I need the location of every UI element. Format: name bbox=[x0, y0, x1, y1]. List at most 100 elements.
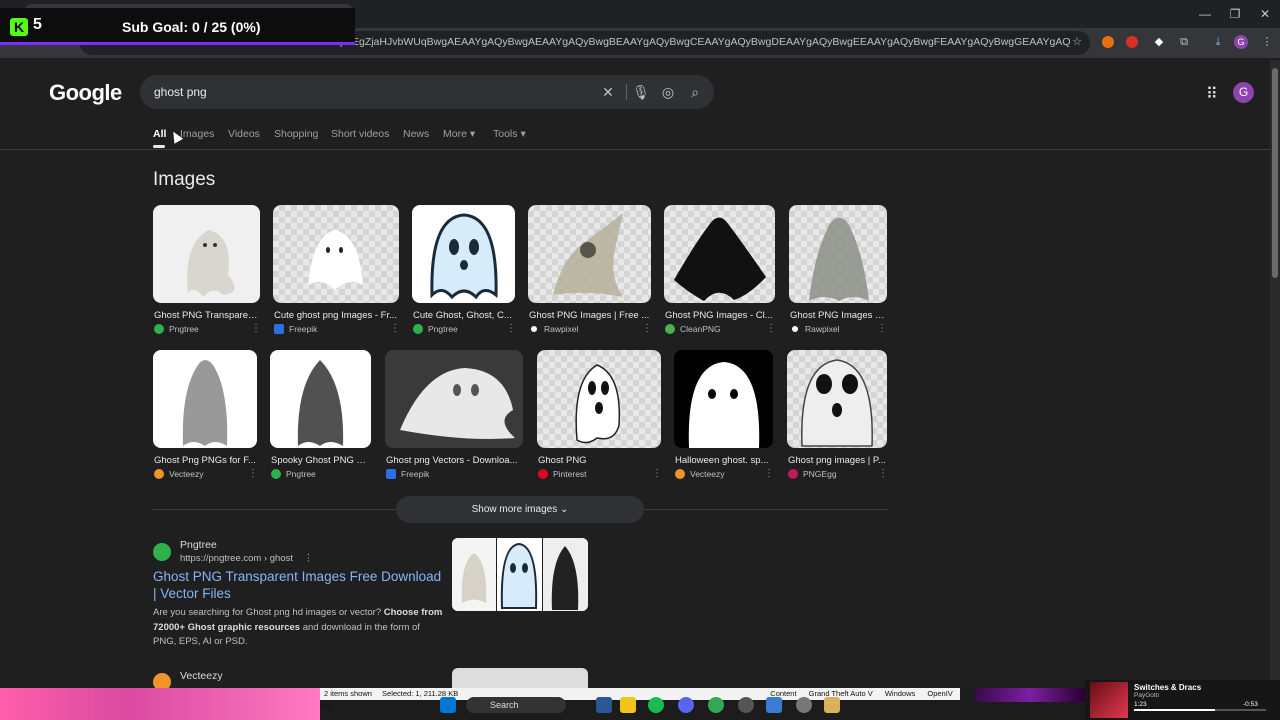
bookmark-star-icon[interactable]: ☆ bbox=[1068, 33, 1086, 51]
ghost-thumbnail[interactable] bbox=[674, 350, 773, 448]
ghost-thumbnail[interactable] bbox=[787, 350, 887, 448]
image-title[interactable]: Ghost PNG Transparen... bbox=[154, 310, 259, 321]
spotify-icon[interactable] bbox=[648, 697, 664, 713]
tab-images[interactable]: Images bbox=[180, 128, 214, 140]
ghost-thumbnail[interactable] bbox=[528, 205, 651, 303]
close-icon[interactable]: ✕ bbox=[1250, 4, 1280, 24]
image-source[interactable]: Rawpixel bbox=[805, 324, 840, 334]
extension-icon[interactable] bbox=[1102, 36, 1114, 48]
account-avatar[interactable]: G bbox=[1233, 82, 1254, 103]
image-title[interactable]: Ghost PNG Images | Free ... bbox=[529, 310, 650, 321]
more-icon[interactable]: ⋮ bbox=[652, 468, 662, 479]
puzzle-icon[interactable]: ⧉ bbox=[1175, 33, 1193, 51]
image-source[interactable]: PNGEgg bbox=[803, 469, 837, 479]
search-icon[interactable]: ⌕ bbox=[686, 84, 704, 100]
google-logo[interactable]: Google bbox=[49, 80, 122, 106]
image-title[interactable]: Ghost PNG Images | ... bbox=[790, 310, 886, 321]
tab-more[interactable]: More ▾ bbox=[443, 128, 475, 140]
more-icon[interactable]: ⋮ bbox=[766, 323, 776, 334]
image-title[interactable]: Ghost png images | P... bbox=[788, 455, 886, 466]
more-icon[interactable]: ⋮ bbox=[251, 323, 261, 334]
url-text[interactable]: p=EgZjaHJvbWUqBwgAEAAYgAQyBwgAEAAYgAQyBw… bbox=[340, 36, 1070, 50]
result-url-text[interactable]: https://pngtree.com › ghost bbox=[180, 553, 293, 564]
app-icon[interactable] bbox=[738, 697, 754, 713]
more-icon[interactable]: ⋮ bbox=[248, 468, 258, 479]
image-source[interactable]: Vecteezy bbox=[690, 469, 725, 479]
more-icon[interactable]: ⋮ bbox=[304, 553, 314, 564]
ghost-thumbnail[interactable] bbox=[273, 205, 399, 303]
result-url[interactable]: https://pngtree.com › ghost ⋮ bbox=[180, 553, 313, 564]
image-title[interactable]: Ghost png Vectors - Downloa... bbox=[386, 455, 522, 466]
extension-icon[interactable]: ◆ bbox=[1150, 33, 1168, 51]
ghost-thumbnail[interactable] bbox=[270, 350, 371, 448]
ghost-thumbnail[interactable] bbox=[412, 205, 515, 303]
image-source[interactable]: Vecteezy bbox=[169, 469, 204, 479]
windows-start-icon[interactable] bbox=[440, 697, 456, 713]
tab-short-videos[interactable]: Short videos bbox=[331, 128, 389, 140]
chrome-icon[interactable] bbox=[708, 697, 724, 713]
profile-avatar[interactable]: G bbox=[1234, 35, 1248, 49]
download-icon[interactable]: ⤓ bbox=[1209, 33, 1227, 51]
app-icon[interactable] bbox=[596, 697, 612, 713]
show-more-images-button[interactable]: Show more images ⌄ bbox=[396, 496, 644, 523]
tag-windows[interactable]: Windows bbox=[885, 689, 915, 698]
tab-videos[interactable]: Videos bbox=[228, 128, 260, 140]
tab-all[interactable]: All bbox=[153, 128, 166, 140]
tab-news[interactable]: News bbox=[403, 128, 429, 140]
image-source[interactable]: Pngtree bbox=[428, 324, 458, 334]
clear-icon[interactable]: ✕ bbox=[599, 84, 617, 100]
ghost-thumbnail[interactable] bbox=[537, 350, 661, 448]
result-site-name[interactable]: Pngtree bbox=[180, 539, 217, 551]
image-title[interactable]: Ghost PNG bbox=[538, 455, 660, 466]
settings-icon[interactable] bbox=[796, 697, 812, 713]
discord-icon[interactable] bbox=[678, 697, 694, 713]
result-thumbnails[interactable] bbox=[452, 668, 588, 688]
ghost-thumbnail[interactable] bbox=[664, 205, 775, 303]
more-icon[interactable]: ⋮ bbox=[642, 323, 652, 334]
maximize-icon[interactable]: ❐ bbox=[1220, 4, 1250, 24]
search-box[interactable] bbox=[140, 75, 714, 109]
more-icon[interactable]: ⋮ bbox=[764, 468, 774, 479]
image-source[interactable]: Pngtree bbox=[169, 324, 199, 334]
more-icon[interactable]: ⋮ bbox=[506, 323, 516, 334]
result-title-link[interactable]: Ghost PNG Transparent Images Free Downlo… bbox=[153, 568, 448, 602]
ghost-thumbnail[interactable] bbox=[153, 350, 257, 448]
openiv-icon[interactable] bbox=[824, 697, 840, 713]
image-source[interactable]: Freepik bbox=[289, 324, 317, 334]
image-title[interactable]: Spooky Ghost PNG Tr... bbox=[271, 455, 370, 466]
taskbar-search[interactable]: Search bbox=[466, 697, 566, 713]
lens-icon[interactable]: ◎ bbox=[659, 84, 677, 100]
apps-grid-icon[interactable]: ⠿ bbox=[1206, 84, 1218, 104]
scrollbar-thumb[interactable] bbox=[1272, 68, 1278, 278]
search-input[interactable]: ghost png bbox=[154, 85, 207, 99]
more-icon[interactable]: ⋮ bbox=[390, 323, 400, 334]
result-site-name[interactable]: Vecteezy bbox=[180, 670, 223, 682]
image-title[interactable]: Ghost Png PNGs for F... bbox=[154, 455, 256, 466]
minimize-icon[interactable]: — bbox=[1190, 4, 1220, 24]
image-source[interactable]: CleanPNG bbox=[680, 324, 721, 334]
image-source[interactable]: Rawpixel bbox=[544, 324, 579, 334]
result-thumbnails[interactable] bbox=[452, 538, 588, 611]
more-icon[interactable]: ⋮ bbox=[877, 323, 887, 334]
image-source[interactable]: Pinterest bbox=[553, 469, 587, 479]
status-items: 2 items shown bbox=[324, 689, 372, 698]
menu-icon[interactable]: ⋮ bbox=[1258, 33, 1276, 51]
image-source[interactable]: Pngtree bbox=[286, 469, 316, 479]
mic-icon[interactable]: 🎙 bbox=[632, 84, 650, 100]
ghost-thumbnail[interactable] bbox=[789, 205, 887, 303]
image-title[interactable]: Cute Ghost, Ghost, C... bbox=[413, 310, 514, 321]
app-icon[interactable] bbox=[766, 697, 782, 713]
extension-icon[interactable] bbox=[1126, 36, 1138, 48]
image-title[interactable]: Ghost PNG Images - Cl... bbox=[665, 310, 774, 321]
more-icon[interactable]: ⋮ bbox=[878, 468, 888, 479]
tab-shopping[interactable]: Shopping bbox=[274, 128, 318, 140]
file-explorer-icon[interactable] bbox=[620, 697, 636, 713]
tab-tools[interactable]: Tools ▾ bbox=[493, 128, 526, 140]
ghost-thumbnail[interactable] bbox=[153, 205, 260, 303]
image-source[interactable]: Freepik bbox=[401, 469, 429, 479]
tag-gta[interactable]: Grand Theft Auto V bbox=[809, 689, 873, 698]
image-title[interactable]: Cute ghost png Images - Fr... bbox=[274, 310, 398, 321]
ghost-thumbnail[interactable] bbox=[385, 350, 523, 448]
image-title[interactable]: Halloween ghost. sp... bbox=[675, 455, 772, 466]
tab-tools-label: Tools bbox=[493, 128, 518, 140]
